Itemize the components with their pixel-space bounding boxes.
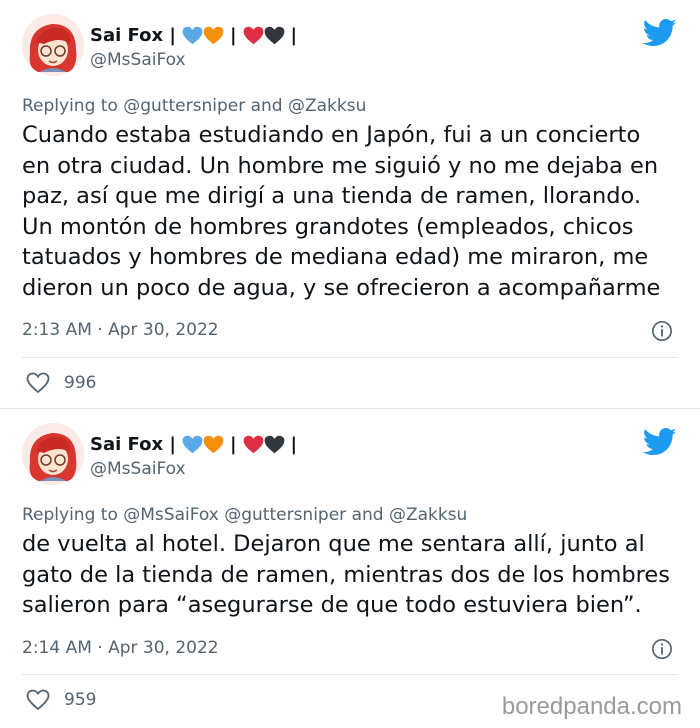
avatar[interactable] <box>22 423 84 485</box>
like-count: 996 <box>64 373 97 393</box>
like-heart-icon[interactable] <box>26 689 50 711</box>
watermark: boredpanda.com <box>501 693 682 720</box>
name-separator: | <box>229 24 237 46</box>
tweet-text-line: gato de la tienda de ramen, mientras dos… <box>22 561 670 588</box>
tweet-text-line: en otra ciudad. Un hombre me siguió y no… <box>22 152 659 179</box>
tweet-text-line: Un montón de hombres grandotes (empleado… <box>22 213 634 240</box>
name-row: Sai Fox | | | <box>90 22 303 48</box>
tweet-text: de vuelta al hotel. Dejaron que me senta… <box>22 529 692 621</box>
blue-heart-icon <box>182 26 203 44</box>
display-name[interactable]: Sai Fox | <box>90 434 176 455</box>
name-separator: | <box>290 24 298 46</box>
twitter-bird-icon[interactable] <box>643 427 677 457</box>
replying-prefix: Replying to <box>22 96 118 116</box>
like-action[interactable]: 959 <box>26 689 96 711</box>
timestamp[interactable]: 2:14 AM · Apr 30, 2022 <box>22 638 219 658</box>
replying-mentions[interactable]: @MsSaiFox @guttersniper and @Zakksu <box>123 505 467 525</box>
avatar[interactable] <box>22 14 84 76</box>
like-action[interactable]: 996 <box>26 372 96 394</box>
red-heart-icon <box>243 435 263 453</box>
tweet-text-line: de vuelta al hotel. Dejaron que me senta… <box>22 531 645 557</box>
tweet-text-line: tatuados y hombres de mediana edad) me m… <box>22 244 649 270</box>
display-name[interactable]: Sai Fox | <box>90 25 176 46</box>
replying-prefix: Replying to <box>22 505 118 525</box>
info-icon[interactable] <box>651 320 673 342</box>
tweet-text-line: dieron un poco de agua, y se ofrecieron … <box>22 274 661 301</box>
handle[interactable]: @MsSaiFox <box>90 50 186 70</box>
tweet-text-line: paz, así que me dirigí a una tienda de r… <box>22 183 642 209</box>
tweet-card-2[interactable]: Sai Fox | | | @MsSaiFox Replying to @MsS… <box>0 408 700 728</box>
orange-heart-icon <box>203 435 224 453</box>
replying-mentions[interactable]: @guttersniper and @Zakksu <box>123 96 366 116</box>
name-emojis: | | <box>182 25 303 46</box>
tweet-card-1[interactable]: Sai Fox | | | @MsSaiFox Replying to @gut… <box>0 0 700 408</box>
black-heart-icon <box>264 435 284 453</box>
timestamp[interactable]: 2:13 AM · Apr 30, 2022 <box>22 320 219 340</box>
divider <box>22 357 678 358</box>
red-heart-icon <box>243 26 263 44</box>
name-emojis: | | <box>182 434 303 455</box>
name-separator: | <box>290 433 298 455</box>
replying-to: Replying to @MsSaiFox @guttersniper and … <box>22 505 467 525</box>
tweet-text-line: Cuando estaba estudiando en Japón, fui a… <box>22 122 641 148</box>
divider <box>22 674 678 675</box>
name-separator: | <box>229 433 237 455</box>
tweet-text: Cuando estaba estudiando en Japón, fui a… <box>22 120 692 303</box>
tweet-text-line: salieron para “asegurarse de que todo es… <box>22 592 642 618</box>
name-row: Sai Fox | | | <box>90 431 303 457</box>
like-count: 959 <box>64 690 97 710</box>
like-heart-icon[interactable] <box>26 372 50 394</box>
info-icon[interactable] <box>651 638 673 660</box>
blue-heart-icon <box>182 435 203 453</box>
replying-to: Replying to @guttersniper and @Zakksu <box>22 96 366 116</box>
orange-heart-icon <box>203 26 224 44</box>
black-heart-icon <box>264 26 284 44</box>
handle[interactable]: @MsSaiFox <box>90 459 186 479</box>
twitter-bird-icon[interactable] <box>643 18 677 48</box>
